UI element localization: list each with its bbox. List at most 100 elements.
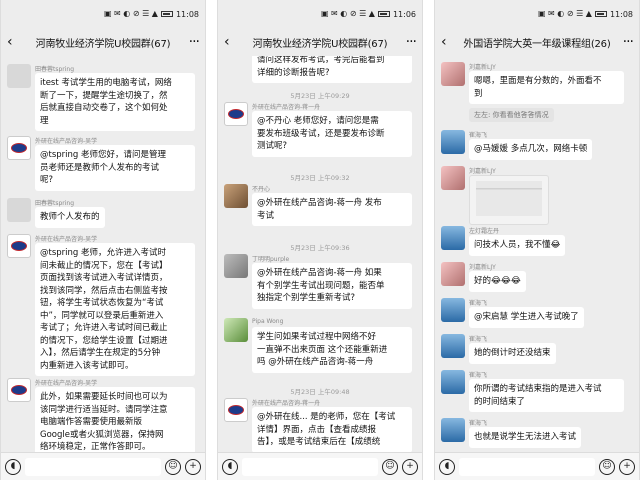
message-bubble[interactable]: @外研在线... 是的老师，您在【考试 详情】界面，点击【查看成绩报 告】，或是… xyxy=(252,407,412,452)
user-avatar[interactable] xyxy=(441,370,465,394)
emoji-icon[interactable]: ☺ xyxy=(382,458,398,475)
back-arrow-icon[interactable]: ‹ xyxy=(441,34,459,50)
message-line: 呢? xyxy=(40,175,54,185)
phone-screen-3: ▣ ✉ ◐ ⊘ ☰ ▲ 11:08 ‹ 外国语学院大英一年级课程组(26) ··… xyxy=(434,0,640,480)
message-line: 考试 xyxy=(257,210,275,221)
status-bar: ▣ ✉ ◐ ⊘ ☰ ▲ 11:08 xyxy=(435,0,639,28)
org-logo-avatar[interactable] xyxy=(7,234,31,258)
more-options-icon[interactable]: ··· xyxy=(398,34,417,50)
user-avatar[interactable] xyxy=(7,64,31,88)
chat-area[interactable]: 请问这样发布考试，考完后能看到 详细的诊断报告呢? 5月23日 上午09:29 … xyxy=(218,56,422,452)
message-bubble[interactable]: @不丹心 老师您好，请问您是需 要发布班级考试，还是要发布诊断 测试呢? xyxy=(252,111,412,157)
message-bubble[interactable]: @tspring 老师，允许进入考试时 间未截止的情况下，您在【考试】 页面找到… xyxy=(35,243,195,376)
org-logo-avatar[interactable] xyxy=(224,398,248,422)
sender-name: 崔海飞 xyxy=(469,336,488,343)
message-line: 详情】界面，点击【查看成绩报 xyxy=(257,424,377,435)
more-options-icon[interactable]: ··· xyxy=(181,34,200,50)
message-line: 络环境稳定，正常作答即可。 xyxy=(40,442,151,452)
message-bubble[interactable]: 嗯嗯，里面是有分数的，外面看不 到 xyxy=(469,71,624,104)
timestamp: 5月23日 上午09:48 xyxy=(290,388,350,396)
message-bubble[interactable]: @宋启慧 学生进入考试晚了 xyxy=(469,307,584,328)
message-line: 有个别学生考试出现问题，能否单 xyxy=(257,280,385,291)
user-avatar[interactable] xyxy=(224,184,248,208)
timestamp: 5月23日 上午09:29 xyxy=(290,92,350,100)
message-line: 问技术人员，我不懂😂 xyxy=(474,240,561,250)
message-line: 中”，同学就可以登录后重新进入 xyxy=(40,310,164,321)
sender-name: 外研在线产品咨询-蒋一舟 xyxy=(252,104,321,111)
message-bubble[interactable]: 也就是说学生无法进入考试 xyxy=(469,427,582,448)
message-line: 吗 @外研在线产品咨询-蒋一舟 xyxy=(257,357,374,367)
message-bubble[interactable]: 学生问如果考试过程中网络不好 一直弹不出来页面 这个还能重新进 吗 @外研在线产… xyxy=(252,327,412,373)
message-bubble[interactable]: 好的😂😂😂 xyxy=(469,271,526,292)
image-message[interactable] xyxy=(469,175,549,225)
message-line: 嗯嗯，里面是有分数的，外面看不 xyxy=(474,76,602,86)
message-input[interactable] xyxy=(25,457,161,476)
sender-name: 田春蓉tspring xyxy=(35,200,75,207)
message-bubble[interactable]: @外研在线产品咨询-蒋一舟 如果 有个别学生考试出现问题，能否单 独指定个别学生… xyxy=(252,263,412,309)
org-logo-avatar[interactable] xyxy=(224,102,248,126)
org-logo-avatar[interactable] xyxy=(7,378,31,402)
message-line: 内重新进入该考试即可。 xyxy=(40,360,134,371)
org-logo-avatar[interactable] xyxy=(7,136,31,160)
message-bubble[interactable]: @马媛媛 多点几次，网络卡顿 xyxy=(469,139,593,160)
timestamp: 5月23日 上午09:32 xyxy=(290,174,350,182)
user-avatar[interactable] xyxy=(441,298,465,322)
message-bubble[interactable]: 她的倒计时还没结束 xyxy=(469,343,556,364)
more-options-icon[interactable]: ··· xyxy=(615,34,634,50)
group-title: 河南牧业经济学院U校园群(67) xyxy=(35,38,171,50)
plus-icon[interactable]: + xyxy=(185,458,201,475)
message-line: 请问这样发布考试，考完后能看到 xyxy=(257,56,385,65)
message-bubble[interactable]: itest 考试学生用的电脑考试，网络 断了一下，提醒学生途切换了，然 后就直接… xyxy=(35,73,195,131)
back-arrow-icon[interactable]: ‹ xyxy=(224,34,242,50)
user-avatar[interactable] xyxy=(224,318,248,342)
message-input[interactable] xyxy=(459,457,595,476)
message-bubble[interactable]: @外研在线产品咨询-蒋一舟 发布 考试 xyxy=(252,193,412,226)
user-avatar[interactable] xyxy=(441,62,465,86)
sender-name: 丁明明purple xyxy=(252,256,290,263)
voice-icon[interactable]: ◖ xyxy=(5,458,21,475)
message-line: 员老师还是教师个人发布的考试 xyxy=(40,162,160,173)
message-line: 页面找到该考试进入考试详情页， xyxy=(40,273,168,283)
message-bubble[interactable]: 你所谓的考试结束指的是进入考试 的时间结束了 xyxy=(469,379,624,412)
user-avatar[interactable] xyxy=(441,418,465,442)
plus-icon[interactable]: + xyxy=(619,458,635,475)
message-line: 的情况下，您给学生设置【过期进 xyxy=(40,335,168,346)
message-input[interactable] xyxy=(242,457,378,476)
sender-name: 崔海飞 xyxy=(469,420,488,427)
message-line: 她的倒计时还没结束 xyxy=(474,348,551,358)
message-line: @外研在线... 是的老师，您在【考试 xyxy=(257,412,396,422)
message-bubble[interactable]: 请问这样发布考试，考完后能看到 详细的诊断报告呢? xyxy=(252,56,412,83)
message-bubble[interactable]: @tspring 老师您好，请问是管理 员老师还是教师个人发布的考试 呢? xyxy=(35,145,195,191)
sender-name: 不丹心 xyxy=(252,186,271,193)
message-bubble[interactable]: 问技术人员，我不懂😂 xyxy=(469,235,566,256)
sender-name: 刘嘉新LJY xyxy=(469,168,496,175)
user-avatar[interactable] xyxy=(224,254,248,278)
emoji-icon[interactable]: ☺ xyxy=(599,458,615,475)
sender-name: 崔海飞 xyxy=(469,300,488,307)
emoji-icon[interactable]: ☺ xyxy=(165,458,181,475)
user-avatar[interactable] xyxy=(7,198,31,222)
voice-icon[interactable]: ◖ xyxy=(222,458,238,475)
plus-icon[interactable]: + xyxy=(402,458,418,475)
quoted-reply[interactable]: 左左: 你看看他答答情况 xyxy=(469,108,554,122)
sender-name: 刘嘉新LJY xyxy=(469,264,496,271)
chat-area[interactable]: 刘嘉新LJY 嗯嗯，里面是有分数的，外面看不 到 左左: 你看看他答答情况 崔海… xyxy=(435,56,639,452)
status-bar: ▣ ✉ ◐ ⊘ ☰ ▲ 11:06 xyxy=(218,0,422,28)
user-avatar[interactable] xyxy=(441,262,465,286)
user-avatar[interactable] xyxy=(441,334,465,358)
chat-area[interactable]: 田春蓉tspring itest 考试学生用的电脑考试，网络 断了一下，提醒学生… xyxy=(1,56,205,452)
back-arrow-icon[interactable]: ‹ xyxy=(7,34,25,50)
message-bubble[interactable]: 教师个人发布的 xyxy=(35,207,105,228)
message-line: @tspring 老师，允许进入考试时 xyxy=(40,248,166,258)
battery-icon xyxy=(594,11,607,17)
status-time: 11:08 xyxy=(175,9,199,19)
voice-icon[interactable]: ◖ xyxy=(439,458,455,475)
sender-name: 外研在线产品咨询-蒋一舟 xyxy=(252,400,321,407)
timestamp: 5月23日 上午09:36 xyxy=(290,244,350,252)
message-line: 教师个人发布的 xyxy=(40,212,100,222)
user-avatar[interactable] xyxy=(441,226,465,250)
user-avatar[interactable] xyxy=(441,166,465,190)
user-avatar[interactable] xyxy=(441,130,465,154)
message-bubble[interactable]: 此外，如果需要延长时间也可以为 该同学进行适当延时。请同学注意 电脑端作答需要使… xyxy=(35,387,195,452)
message-line: @tspring 老师您好，请问是管理 xyxy=(40,150,166,160)
